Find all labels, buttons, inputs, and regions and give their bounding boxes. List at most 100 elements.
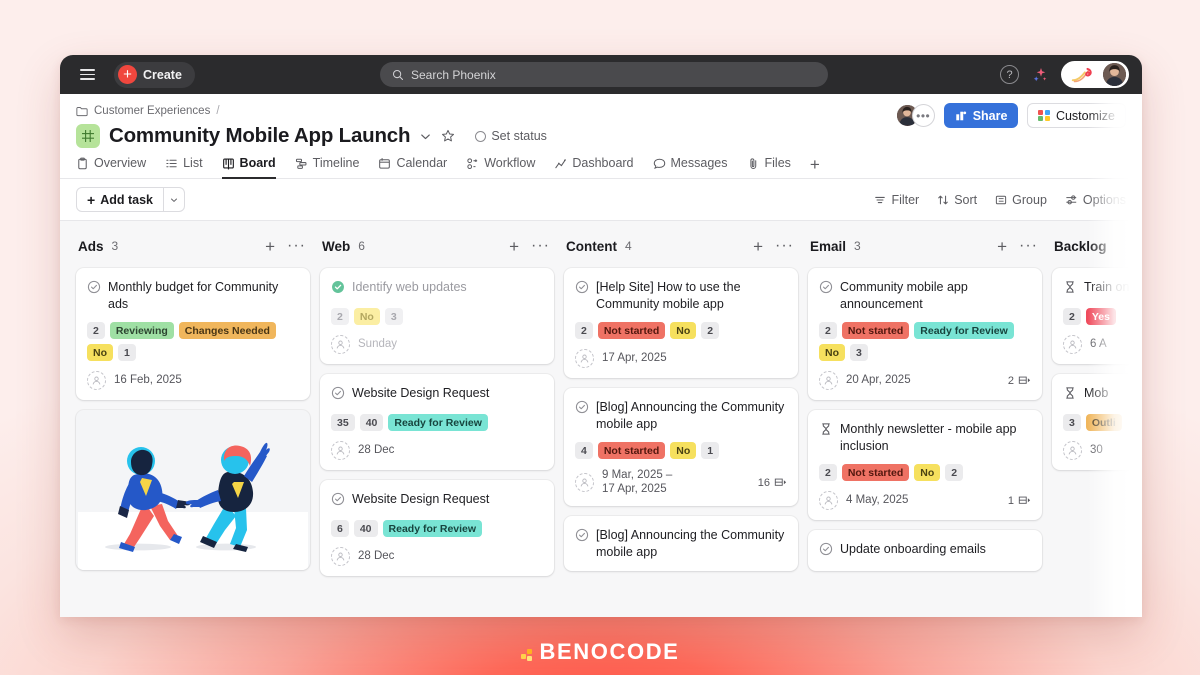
create-button[interactable]: + Create: [114, 61, 195, 88]
due-date[interactable]: 4 May, 2025: [846, 494, 908, 508]
due-date[interactable]: 17 Apr, 2025: [602, 352, 667, 366]
tag[interactable]: Not started: [597, 442, 666, 459]
kanban-board[interactable]: Ads 3 + ··· Monthly budget for Community ads…: [60, 221, 1142, 617]
star-icon[interactable]: [441, 129, 455, 143]
task-card[interactable]: [Blog] Announcing the Community mobile a…: [564, 388, 798, 506]
assignee-placeholder-icon[interactable]: [819, 371, 838, 390]
set-status-button[interactable]: Set status: [475, 129, 547, 143]
tag[interactable]: 2: [575, 322, 593, 339]
task-card[interactable]: Monthly newsletter - mobile app inclusio…: [808, 410, 1042, 520]
add-task-main[interactable]: + Add task: [77, 188, 163, 211]
chevron-down-icon[interactable]: [419, 130, 432, 143]
due-date[interactable]: 28 Dec: [358, 444, 394, 458]
due-date[interactable]: 30: [1090, 444, 1103, 458]
tag[interactable]: 6: [331, 520, 349, 537]
tag[interactable]: 3: [850, 344, 868, 361]
tag[interactable]: Not started: [841, 464, 910, 481]
options-button[interactable]: Options: [1065, 193, 1126, 207]
tag[interactable]: 2: [87, 322, 105, 339]
tab-dashboard[interactable]: Dashboard: [554, 156, 634, 179]
task-card[interactable]: Community mobile app announcement 2 Not st…: [808, 268, 1042, 400]
help-icon[interactable]: ?: [1000, 65, 1019, 84]
subtask-count[interactable]: 16: [758, 477, 787, 489]
customize-button[interactable]: Customize: [1027, 103, 1126, 128]
tag[interactable]: 1: [701, 442, 720, 459]
tag[interactable]: Not started: [597, 322, 666, 339]
assignee-placeholder-icon[interactable]: [331, 441, 350, 460]
add-view-button[interactable]: +: [810, 156, 820, 179]
tag[interactable]: Outli: [1085, 414, 1122, 431]
task-card[interactable]: Update onboarding emails: [808, 530, 1042, 571]
tag[interactable]: No: [819, 344, 845, 361]
tag[interactable]: Ready for Review: [914, 322, 1014, 339]
subtask-count[interactable]: 1: [1008, 495, 1031, 507]
assignee-placeholder-icon[interactable]: [87, 371, 106, 390]
illustration-card[interactable]: [76, 410, 310, 570]
user-account-pill[interactable]: [1061, 61, 1129, 88]
hourglass-icon[interactable]: [1063, 280, 1077, 299]
tag[interactable]: Yes: [1085, 308, 1116, 325]
due-date[interactable]: 20 Apr, 2025: [846, 374, 911, 388]
tag[interactable]: Changes Needed: [178, 322, 276, 339]
assignee-placeholder-icon[interactable]: [331, 547, 350, 566]
column-menu-button[interactable]: ···: [531, 238, 550, 254]
check-circle-filled-icon[interactable]: [331, 280, 345, 299]
check-circle-icon[interactable]: [331, 492, 345, 511]
tag[interactable]: 35: [331, 414, 355, 431]
add-card-button[interactable]: +: [997, 238, 1007, 255]
due-date[interactable]: 6 A: [1090, 338, 1107, 352]
tag[interactable]: Reviewing: [109, 322, 174, 339]
tag[interactable]: 2: [1063, 308, 1081, 325]
task-card[interactable]: [Blog] Announcing the Community mobile a…: [564, 516, 798, 571]
group-button[interactable]: Group: [995, 193, 1047, 207]
tag[interactable]: 2: [701, 322, 720, 339]
check-circle-icon[interactable]: [331, 386, 345, 405]
check-circle-icon[interactable]: [819, 542, 833, 561]
task-card[interactable]: Website Design Request 35 40 Ready for Revi…: [320, 374, 554, 470]
tab-messages[interactable]: Messages: [653, 156, 728, 179]
due-date[interactable]: Sunday: [358, 338, 397, 352]
tag[interactable]: 3: [384, 308, 403, 325]
assignee-placeholder-icon[interactable]: [331, 335, 350, 354]
check-circle-icon[interactable]: [819, 280, 833, 299]
tab-overview[interactable]: Overview: [76, 156, 146, 179]
page-title[interactable]: Community Mobile App Launch: [109, 124, 411, 148]
search-input[interactable]: Search Phoenix: [380, 62, 828, 87]
assignee-placeholder-icon[interactable]: [1063, 335, 1082, 354]
task-card[interactable]: Identify web updates 2 No 3 Sunday: [320, 268, 554, 364]
tab-workflow[interactable]: Workflow: [466, 156, 535, 179]
task-card[interactable]: Website Design Request 6 40 Ready for Revie…: [320, 480, 554, 576]
task-card[interactable]: Train on mobil2Yes6 A: [1052, 268, 1142, 364]
add-card-button[interactable]: +: [753, 238, 763, 255]
due-date[interactable]: 9 Mar, 2025 – 17 Apr, 2025: [602, 469, 672, 496]
tag[interactable]: No: [353, 308, 380, 325]
assignee-placeholder-icon[interactable]: [1063, 441, 1082, 460]
assignee-placeholder-icon[interactable]: [575, 473, 594, 492]
tag[interactable]: No: [670, 442, 697, 459]
hourglass-icon[interactable]: [1063, 386, 1077, 405]
tag[interactable]: Not started: [841, 322, 910, 339]
tag[interactable]: 2: [819, 464, 837, 481]
subtask-count[interactable]: 2: [1008, 375, 1031, 387]
add-card-button[interactable]: +: [265, 238, 275, 255]
tag[interactable]: 40: [353, 520, 378, 537]
check-circle-icon[interactable]: [575, 400, 589, 419]
task-card[interactable]: Monthly budget for Community ads 2 Reviewi…: [76, 268, 310, 400]
hamburger-icon[interactable]: [74, 62, 100, 88]
assignee-placeholder-icon[interactable]: [819, 491, 838, 510]
tag[interactable]: Ready for Review: [382, 520, 483, 537]
tag[interactable]: Ready for Review: [388, 414, 488, 431]
tag[interactable]: 3: [1063, 414, 1081, 431]
more-members-button[interactable]: •••: [911, 104, 935, 127]
tag[interactable]: 4: [575, 442, 593, 459]
due-date[interactable]: 28 Dec: [358, 550, 394, 564]
tag[interactable]: No: [87, 344, 113, 361]
tag[interactable]: 2: [331, 308, 349, 325]
task-card[interactable]: [Help Site] How to use the Community mob…: [564, 268, 798, 378]
hourglass-icon[interactable]: [819, 422, 833, 441]
tab-board[interactable]: Board: [221, 156, 276, 179]
breadcrumb-parent[interactable]: Customer Experiences: [94, 105, 210, 117]
tab-calendar[interactable]: Calendar: [378, 156, 447, 179]
tag[interactable]: 1: [118, 344, 136, 361]
tag[interactable]: 2: [819, 322, 837, 339]
